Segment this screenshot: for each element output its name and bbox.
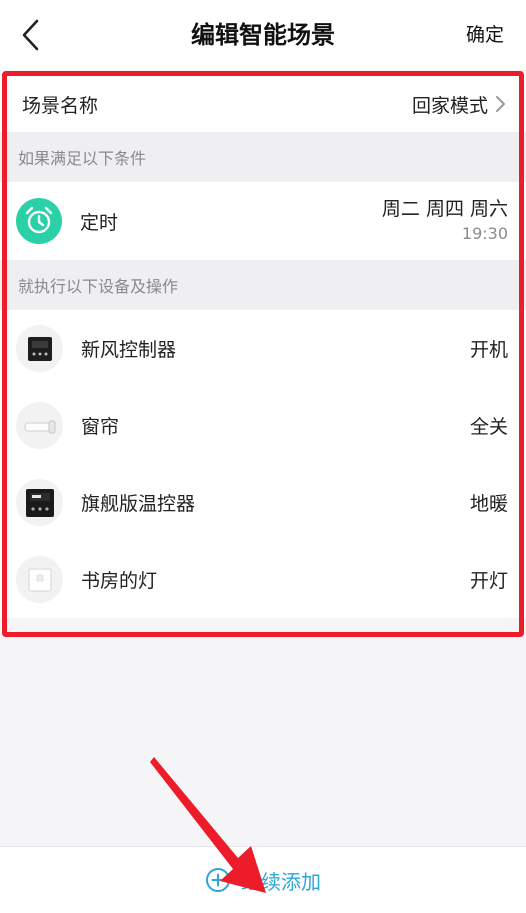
device-action-value: 开灯: [469, 570, 508, 592]
timer-days: 周二 周四 周六: [381, 198, 508, 220]
device-label: 窗帘: [81, 416, 120, 438]
alarm-clock-icon: [16, 198, 62, 244]
timer-condition-row[interactable]: 定时 周二 周四 周六 19:30: [0, 182, 526, 260]
device-label: 旗舰版温控器: [81, 493, 196, 515]
scene-editor: 场景名称 回家模式 如果满足以下条件 定时 周二 周四 周六 19:30 就执行…: [0, 76, 526, 618]
action-row-study-light[interactable]: 书房的灯 开灯: [0, 541, 526, 618]
device-action-value: 全关: [469, 416, 508, 438]
scene-name-label: 场景名称: [22, 94, 99, 117]
scene-name-value: 回家模式: [411, 94, 488, 117]
timer-time: 19:30: [461, 224, 508, 243]
action-row-thermostat[interactable]: 旗舰版温控器 地暖: [0, 464, 526, 541]
top-nav-bar: 编辑智能场景 确定: [0, 0, 526, 70]
scene-name-row[interactable]: 场景名称 回家模式: [0, 76, 526, 132]
actions-section-header: 就执行以下设备及操作: [0, 260, 526, 310]
action-row-fresh-air[interactable]: 新风控制器 开机: [0, 310, 526, 387]
device-action-value: 开机: [469, 339, 508, 361]
action-row-curtain[interactable]: 窗帘 全关: [0, 387, 526, 464]
device-label: 新风控制器: [81, 339, 177, 361]
device-action-value: 地暖: [469, 493, 508, 515]
conditions-section-header: 如果满足以下条件: [0, 132, 526, 182]
timer-schedule: 周二 周四 周六 19:30: [382, 196, 508, 246]
curtain-icon: [16, 402, 63, 449]
light-switch-icon: [16, 556, 63, 603]
red-arrow-annotation-icon: [150, 757, 266, 893]
scene-name-value-wrap: 回家模式: [412, 91, 506, 118]
page-title: 编辑智能场景: [191, 21, 335, 49]
confirm-button[interactable]: 确定: [466, 19, 504, 51]
fresh-air-controller-icon: [16, 325, 63, 372]
chevron-right-icon: [496, 96, 505, 112]
thermostat-icon: [16, 479, 63, 526]
device-label: 书房的灯: [81, 570, 158, 592]
timer-label: 定时: [80, 211, 119, 234]
